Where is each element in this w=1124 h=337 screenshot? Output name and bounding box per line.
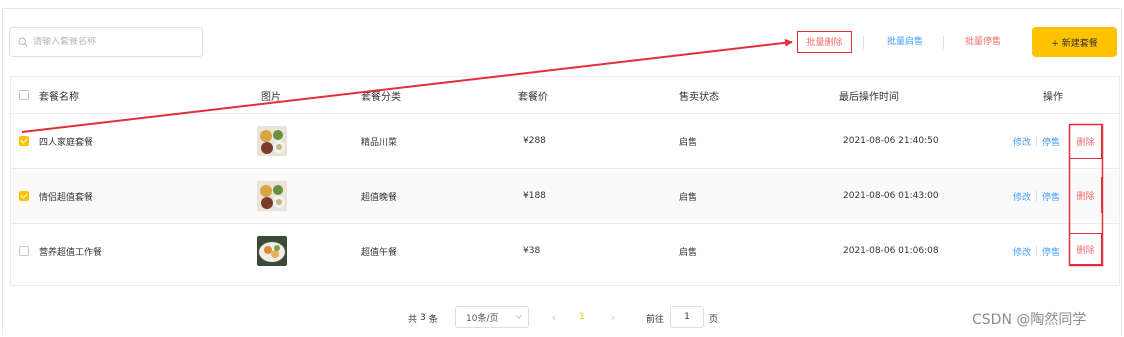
combo-price: ¥38	[523, 246, 541, 256]
total-prefix: 共	[408, 314, 418, 325]
table-header: 套餐名称 图片 套餐分类 套餐价 售卖状态 最后操作时间 操作	[11, 77, 1119, 113]
combo-updated: 2021-08-06 01:06:08	[843, 246, 939, 256]
header-name: 套餐名称	[39, 91, 79, 103]
stop-sale-link[interactable]: 停售	[1042, 190, 1060, 203]
watermark: CSDN @陶然同学	[972, 312, 1087, 328]
edit-link[interactable]: 修改	[1013, 135, 1031, 148]
combo-name: 营养超值工作餐	[39, 247, 103, 258]
search-icon	[18, 37, 28, 47]
action-divider	[1036, 136, 1038, 146]
combo-status: 启售	[679, 192, 698, 203]
page-size-value: 10条/页	[466, 313, 499, 324]
toolbar-divider	[863, 36, 864, 49]
combo-name: 情侣超值套餐	[39, 192, 94, 203]
batch-disable-button[interactable]: 批量停售	[956, 31, 1010, 53]
total-count: 3	[420, 313, 426, 323]
combo-price: ¥288	[523, 136, 546, 146]
current-page[interactable]: 1	[576, 306, 588, 328]
row-checkbox[interactable]	[19, 246, 29, 256]
table-row: 营养超值工作餐 超值午餐 ¥38 启售 2021-08-06 01:06:08 …	[11, 223, 1119, 278]
new-combo-button[interactable]: + 新建套餐	[1032, 27, 1117, 57]
page-size-select[interactable]: 10条/页	[455, 306, 529, 328]
table-row: 情侣超值套餐 超值晚餐 ¥188 启售 2021-08-06 01:43:00 …	[11, 168, 1119, 223]
edit-link[interactable]: 修改	[1013, 245, 1031, 258]
search-box[interactable]	[9, 27, 203, 57]
header-updated: 最后操作时间	[839, 91, 899, 103]
row-checkbox[interactable]	[19, 191, 29, 201]
dish-photo	[257, 126, 287, 156]
header-image: 图片	[261, 91, 281, 103]
goto-page-input[interactable]	[670, 306, 704, 328]
batch-delete-button[interactable]: 批量删除	[797, 31, 852, 53]
combo-name: 四人家庭套餐	[39, 137, 94, 148]
edit-link[interactable]: 修改	[1013, 190, 1031, 203]
batch-enable-button[interactable]: 批量启售	[878, 31, 932, 53]
combo-updated: 2021-08-06 21:40:50	[843, 136, 939, 146]
delete-link[interactable]: 删除	[1076, 189, 1094, 202]
header-category: 套餐分类	[361, 91, 401, 103]
combo-updated: 2021-08-06 01:43:00	[843, 191, 939, 201]
header-status: 售卖状态	[679, 91, 719, 103]
stop-sale-link[interactable]: 停售	[1042, 245, 1060, 258]
chevron-down-icon	[516, 315, 522, 319]
goto-label: 前往	[646, 314, 665, 325]
row-checkbox[interactable]	[19, 136, 29, 146]
delete-link[interactable]: 删除	[1076, 135, 1094, 148]
delete-link-box: 删除	[1069, 233, 1102, 265]
total-suffix: 条	[428, 314, 438, 325]
action-divider	[1036, 191, 1038, 201]
delete-link-box: 删除	[1069, 124, 1102, 159]
delete-link-box: 删除	[1069, 177, 1102, 213]
header-actions: 操作	[1043, 91, 1063, 103]
dish-photo	[257, 181, 287, 211]
action-divider	[1036, 246, 1038, 256]
delete-link[interactable]: 删除	[1076, 243, 1094, 256]
combo-status: 启售	[679, 137, 698, 148]
stop-sale-link[interactable]: 停售	[1042, 135, 1060, 148]
goto-suffix: 页	[709, 314, 719, 325]
header-checkbox-cell	[19, 77, 29, 113]
chevron-left-icon[interactable]: ‹	[548, 306, 560, 328]
search-input[interactable]	[33, 37, 193, 47]
combo-category: 精品川菜	[361, 137, 398, 148]
dish-photo	[257, 236, 287, 266]
table-row: 四人家庭套餐 精品川菜 ¥288 启售 2021-08-06 21:40:50 …	[11, 113, 1119, 168]
header-price: 套餐价	[518, 91, 548, 103]
toolbar-divider	[943, 36, 944, 49]
combo-price: ¥188	[523, 191, 546, 201]
pagination-total: 共 3 条	[408, 306, 438, 330]
combo-category: 超值晚餐	[361, 192, 398, 203]
combo-category: 超值午餐	[361, 247, 398, 258]
combo-table: 套餐名称 图片 套餐分类 套餐价 售卖状态 最后操作时间 操作 四人家庭套餐 精…	[10, 76, 1120, 286]
combo-status: 启售	[679, 247, 698, 258]
chevron-right-icon[interactable]: ›	[607, 306, 619, 328]
select-all-checkbox[interactable]	[19, 90, 29, 100]
